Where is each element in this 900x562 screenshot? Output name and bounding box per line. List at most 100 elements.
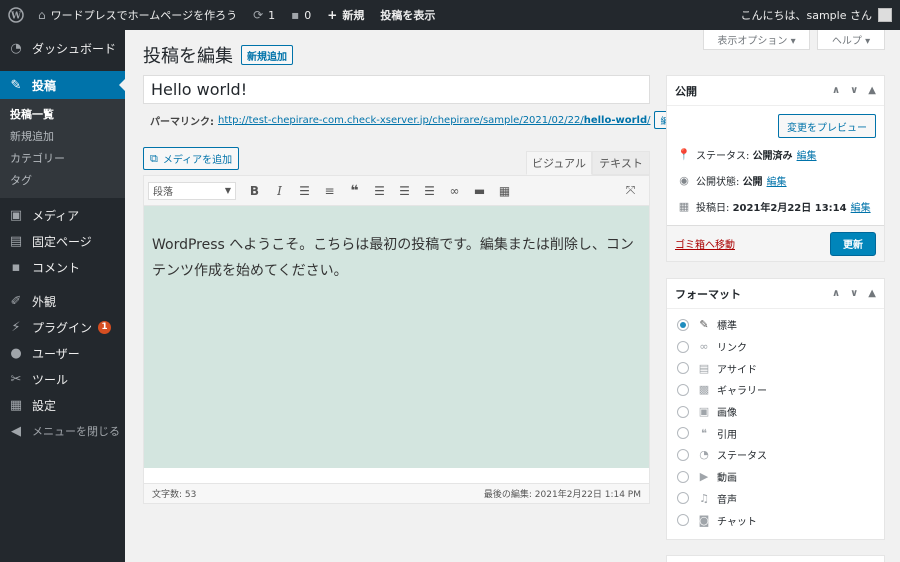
blockquote-icon[interactable]: ❝ [342,181,367,201]
dashboard-icon: ◔ [10,40,22,56]
sidebar-item-settings[interactable]: ▦ 設定 [0,392,125,418]
chevron-down-icon[interactable]: ∨ [850,85,858,96]
publish-box: 公開 ∧ ∨ ▲ 変更をプレビュー 📍 ステータス: 公開済み 編集 ◉ 公開状… [666,75,885,262]
format-option-quote[interactable]: ❝ 引用 [667,422,884,444]
collapse-toggle-icon[interactable]: ▲ [868,85,876,96]
media-icon: ▣ [9,207,23,223]
radio-button[interactable] [677,318,689,331]
format-option-link[interactable]: ∞ リンク [667,336,884,358]
update-button[interactable]: 更新 [830,231,876,256]
comments-link[interactable]: ▪ 0 [283,0,319,30]
view-post-link[interactable]: 投稿を表示 [372,0,443,30]
preview-changes-button[interactable]: 変更をプレビュー [778,114,876,138]
date-edit-link[interactable]: 編集 [851,199,871,214]
toolbar-toggle-icon[interactable]: ▦ [492,181,517,201]
tab-visual[interactable]: ビジュアル [526,151,592,175]
account-menu[interactable]: こんにちは、sample さん [733,0,900,30]
sidebar-item-appearance[interactable]: ✐ 外観 [0,288,125,314]
view-post-label: 投稿を表示 [380,9,436,22]
updates-link[interactable]: ⟳ 1 [245,0,283,30]
sidebar-item-plugins[interactable]: ⚡ プラグイン 1 [0,314,125,340]
radio-button[interactable] [677,427,689,440]
move-to-trash-link[interactable]: ゴミ箱へ移動 [675,236,735,251]
fullscreen-icon[interactable]: ⤧ [618,181,643,201]
submenu-item-all-posts[interactable]: 投稿一覧 [0,104,125,126]
format-option-image[interactable]: ▣ 画像 [667,401,884,423]
radio-button[interactable] [677,514,689,527]
permalink-url[interactable]: http://test-chepirare-com.check-xserver.… [218,115,650,126]
eye-icon: ◉ [679,173,689,187]
sidebar-item-users[interactable]: ● ユーザー [0,340,125,366]
align-right-icon[interactable]: ☰ [417,181,442,201]
collapse-toggle-icon[interactable]: ▲ [868,288,876,299]
format-box-header[interactable]: フォーマット ∧ ∨ ▲ [667,279,884,309]
sidebar-item-comments[interactable]: ▪ コメント [0,254,125,280]
visibility-label: 公開状態: [696,176,740,188]
radio-button[interactable] [677,362,689,375]
sidebar-item-label: ダッシュボード [32,41,117,56]
collapse-menu-button[interactable]: ◀ メニューを閉じる [0,418,125,444]
submenu-item-tags[interactable]: タグ [0,170,125,192]
format-option-audio[interactable]: ♫ 音声 [667,488,884,510]
post-content-editor[interactable]: WordPress へようこそ。こちらは最初の投稿です。編集または削除し、コンテ… [143,206,650,468]
submenu-item-add-new[interactable]: 新規追加 [0,126,125,148]
page-title: 投稿を編集 [143,46,233,67]
site-name-link[interactable]: ⌂ ワードプレスでホームページを作ろう [30,0,245,30]
aside-icon: ▤ [698,361,710,375]
visibility-edit-link[interactable]: 編集 [767,173,787,188]
paragraph-format-select[interactable]: 段落 ▼ [148,181,236,200]
screen-options-button[interactable]: 表示オプション ▾ [703,30,810,50]
format-option-label: 音声 [717,494,737,506]
format-option-video[interactable]: ▶ 動画 [667,466,884,488]
radio-button[interactable] [677,470,689,483]
home-icon: ⌂ [38,8,46,22]
sidebar-item-label: コメント [32,260,81,275]
radio-button[interactable] [677,340,689,353]
status-edit-link[interactable]: 編集 [797,147,817,162]
format-select-value: 段落 [153,187,173,198]
submenu-item-categories[interactable]: カテゴリー [0,148,125,170]
format-option-label: 標準 [717,321,737,333]
new-content-link[interactable]: + 新規 [319,0,372,30]
help-button[interactable]: ヘルプ ▾ [817,30,885,50]
sidebar-item-media[interactable]: ▣ メディア [0,202,125,228]
radio-button[interactable] [677,492,689,505]
align-center-icon[interactable]: ☰ [392,181,417,201]
format-option-label: リンク [717,343,747,355]
sidebar-item-dashboard[interactable]: ◔ ダッシュボード [0,35,125,61]
publish-box-header[interactable]: 公開 ∧ ∨ ▲ [667,76,884,106]
chevron-down-icon[interactable]: ∨ [850,288,858,299]
admin-bar: W ⌂ ワードプレスでホームページを作ろう ⟳ 1 ▪ 0 + 新規 投稿を表示… [0,0,900,30]
format-option-status[interactable]: ◔ ステータス [667,444,884,466]
word-count: 文字数: 53 [152,490,197,500]
editor-toolbar: 段落 ▼ B I ☰ ≡ ❝ ☰ ☰ ☰ ∞ ▬ ▦ ⤧ [143,175,650,206]
post-title-input[interactable]: Hello world! [143,75,650,104]
radio-button[interactable] [677,405,689,418]
calendar-icon: ▦ [678,199,690,213]
chevron-up-icon[interactable]: ∧ [832,85,840,96]
bold-icon[interactable]: B [242,181,267,201]
sidebar-item-posts[interactable]: ✎ 投稿 [0,71,125,99]
numbered-list-icon[interactable]: ≡ [317,181,342,201]
comments-count: 0 [304,8,312,22]
link-icon[interactable]: ∞ [442,181,467,201]
format-option-gallery[interactable]: ▩ ギャラリー [667,379,884,401]
italic-icon[interactable]: I [267,181,292,201]
wordpress-logo-button[interactable]: W [2,0,30,30]
permalink-slug: hello-world [583,114,648,126]
format-option-aside[interactable]: ▤ アサイド [667,357,884,379]
sidebar-item-pages[interactable]: ▤ 固定ページ [0,228,125,254]
format-option-chat[interactable]: ◙ チャット [667,509,884,531]
format-option-standard[interactable]: ✎ 標準 [667,314,884,336]
align-left-icon[interactable]: ☰ [367,181,392,201]
read-more-icon[interactable]: ▬ [467,181,492,201]
radio-button[interactable] [677,383,689,396]
add-media-button[interactable]: ⧉ メディアを追加 [143,147,240,170]
sidebar-item-tools[interactable]: ✂ ツール [0,366,125,392]
radio-button[interactable] [677,448,689,461]
tab-text[interactable]: テキスト [592,151,650,175]
chevron-up-icon[interactable]: ∧ [832,288,840,299]
avatar [878,8,892,22]
add-new-button[interactable]: 新規追加 [241,45,293,65]
bullet-list-icon[interactable]: ☰ [292,181,317,201]
